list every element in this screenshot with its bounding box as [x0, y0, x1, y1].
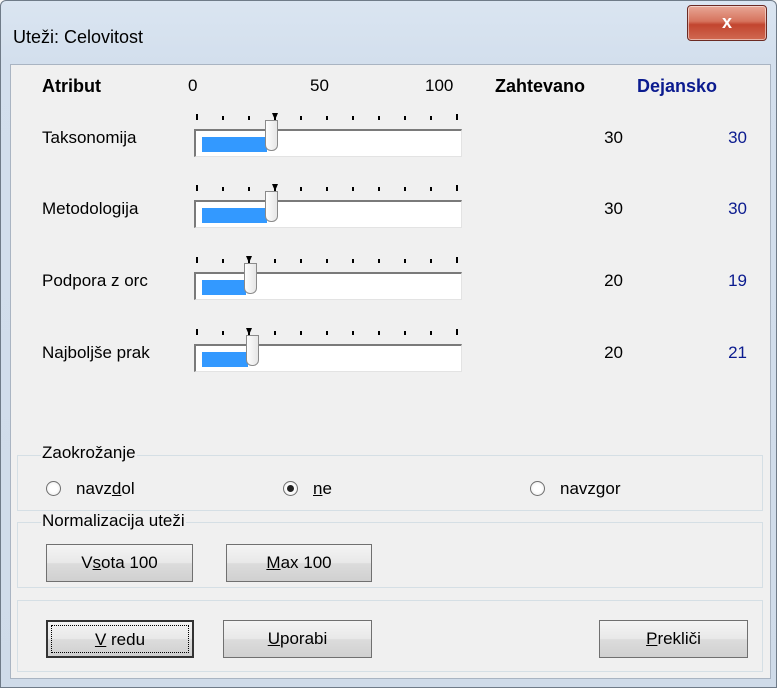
tick-mark: [404, 116, 406, 120]
close-button[interactable]: x: [687, 5, 767, 41]
row-label: Najboljše prak: [42, 343, 150, 362]
weight-slider[interactable]: [194, 263, 462, 300]
tick-mark: [222, 187, 224, 191]
normalization-group-title: Normalizacija uteži: [41, 511, 186, 531]
tick-mark: [196, 257, 198, 263]
dialog-window: Uteži: Celovitost x Atribut 0 50 100 Zah…: [0, 0, 777, 688]
tick-mark: [222, 331, 224, 335]
tick-mark: [430, 259, 432, 263]
slider-ticks: [196, 184, 458, 193]
slider-fill: [202, 280, 246, 295]
tick-mark: [456, 257, 458, 263]
column-header-required: Zahtevano: [495, 76, 586, 96]
required-value: 30: [604, 128, 623, 147]
radio-round-none-indicator[interactable]: [283, 481, 298, 496]
required-value: 20: [604, 271, 623, 290]
slider-fill: [202, 208, 267, 223]
tick-mark: [300, 259, 302, 263]
radio-round-down-label: navzdol: [76, 479, 135, 498]
tick-mark: [274, 331, 276, 335]
tick-mark: [300, 116, 302, 120]
required-value-marker: [272, 113, 278, 120]
tick-mark: [430, 187, 432, 191]
tick-mark: [404, 259, 406, 263]
tick-mark: [352, 259, 354, 263]
slider-thumb[interactable]: [265, 191, 278, 222]
actual-value: 21: [728, 343, 747, 362]
tick-mark: [378, 187, 380, 191]
row-label: Taksonomija: [42, 128, 137, 147]
slider-fill: [202, 137, 267, 152]
tick-mark: [404, 331, 406, 335]
tick-mark: [456, 185, 458, 191]
column-header-actual: Dejansko: [637, 76, 718, 96]
required-value-marker: [246, 328, 252, 335]
tick-mark: [326, 331, 328, 335]
tick-mark: [326, 116, 328, 120]
weight-slider[interactable]: [194, 120, 462, 157]
tick-mark: [352, 187, 354, 191]
required-value: 30: [604, 199, 623, 218]
actual-value: 19: [728, 271, 747, 290]
slider-ticks: [196, 113, 458, 122]
tick-mark: [430, 116, 432, 120]
tick-mark: [456, 114, 458, 120]
close-icon: x: [721, 12, 732, 32]
tick-mark: [196, 114, 198, 120]
required-value-marker: [272, 184, 278, 191]
window-title: Uteži: Celovitost: [13, 27, 144, 47]
slider-thumb[interactable]: [244, 263, 257, 294]
tick-mark: [196, 329, 198, 335]
slider-thumb[interactable]: [246, 335, 259, 366]
tick-mark: [430, 331, 432, 335]
scale-label-mid: 50: [310, 76, 329, 95]
tick-mark: [248, 116, 250, 120]
tick-mark: [326, 259, 328, 263]
tick-mark: [456, 329, 458, 335]
tick-mark: [378, 259, 380, 263]
tick-mark: [196, 185, 198, 191]
tick-mark: [378, 331, 380, 335]
radio-round-up-indicator[interactable]: [530, 481, 545, 496]
tick-mark: [404, 187, 406, 191]
focus-rectangle: [51, 625, 189, 653]
column-header-attribute: Atribut: [42, 76, 101, 96]
tick-mark: [378, 116, 380, 120]
slider-thumb[interactable]: [265, 120, 278, 151]
tick-mark: [248, 187, 250, 191]
row-label: Metodologija: [42, 199, 139, 218]
tick-mark: [274, 259, 276, 263]
apply-button[interactable]: Uporabi: [223, 620, 372, 658]
slider-ticks: [196, 256, 458, 265]
sum-100-button[interactable]: Vsota 100: [46, 544, 193, 582]
tick-mark: [300, 187, 302, 191]
slider-fill: [202, 352, 248, 367]
tick-mark: [352, 116, 354, 120]
scale-label-max: 100: [425, 76, 454, 95]
cancel-button[interactable]: Prekliči: [599, 620, 748, 658]
dialog-client-area: Atribut 0 50 100 Zahtevano Dejansko Taks…: [10, 64, 771, 679]
actual-value: 30: [728, 199, 747, 218]
required-value: 20: [604, 343, 623, 362]
max-100-button[interactable]: Max 100: [226, 544, 372, 582]
ok-button[interactable]: V redu: [46, 620, 194, 658]
tick-mark: [222, 116, 224, 120]
weight-slider[interactable]: [194, 191, 462, 228]
tick-mark: [222, 259, 224, 263]
row-label: Podpora z orc: [42, 271, 148, 290]
radio-round-up-label: navzgor: [560, 479, 621, 498]
weight-slider[interactable]: [194, 335, 462, 372]
radio-round-none-label: ne: [313, 479, 332, 498]
required-value-marker: [246, 256, 252, 263]
radio-round-down-indicator[interactable]: [46, 481, 61, 496]
slider-ticks: [196, 328, 458, 337]
actual-value: 30: [728, 128, 747, 147]
rounding-group-title: Zaokrožanje: [41, 443, 137, 463]
tick-mark: [326, 187, 328, 191]
scale-label-min: 0: [188, 76, 198, 95]
tick-mark: [352, 331, 354, 335]
tick-mark: [300, 331, 302, 335]
